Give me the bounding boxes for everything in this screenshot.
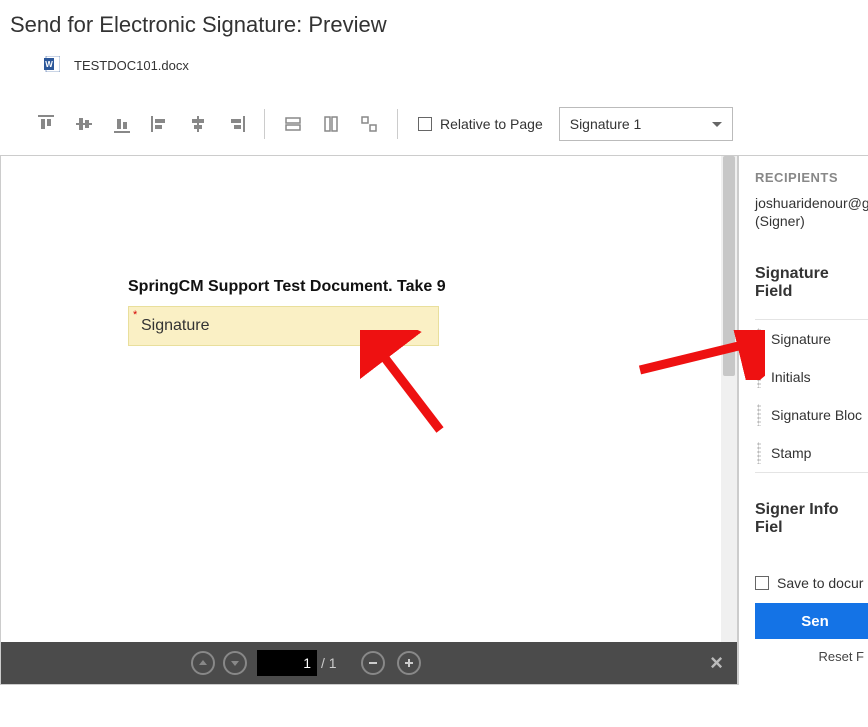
scrollbar-thumb[interactable]: [723, 156, 735, 376]
field-item-label: Signature Bloc: [771, 407, 862, 423]
signer-info-heading: Signer Info Fiel: [755, 501, 868, 537]
drag-handle-icon: [757, 442, 761, 464]
align-right-icon[interactable]: [224, 112, 248, 136]
document-page: SpringCM Support Test Document. Take 9 *…: [36, 160, 713, 638]
file-name: TESTDOC101.docx: [74, 58, 189, 73]
align-center-v-icon[interactable]: [186, 112, 210, 136]
page-number-input[interactable]: [257, 650, 317, 676]
signature-field-list: Signature Initials Signature Bloc Stamp: [755, 319, 868, 473]
page-counter: / 1: [257, 650, 337, 676]
relative-to-page-checkbox[interactable]: Relative to Page: [418, 116, 543, 132]
field-item-label: Stamp: [771, 445, 811, 461]
relative-label: Relative to Page: [440, 116, 543, 132]
align-left-icon[interactable]: [148, 112, 172, 136]
drag-handle-icon: [757, 328, 761, 350]
page-title: Send for Electronic Signature: Preview: [0, 0, 868, 56]
signature-field[interactable]: * Signature: [128, 306, 439, 346]
recipients-heading: RECIPIENTS: [755, 170, 868, 185]
svg-text:W: W: [45, 60, 53, 69]
match-size-icon[interactable]: [357, 112, 381, 136]
signer-select[interactable]: Signature 1: [559, 107, 733, 141]
recipient-email[interactable]: joshuaridenour@g: [755, 195, 868, 211]
signature-field-label: Signature: [141, 317, 210, 335]
checkbox-icon: [755, 576, 769, 590]
page-total: / 1: [321, 655, 337, 671]
alignment-toolbar: Relative to Page Signature 1: [0, 99, 868, 155]
toolbar-separator: [264, 109, 265, 139]
zoom-out-button[interactable]: [361, 651, 385, 675]
drag-handle-icon: [757, 366, 761, 388]
align-middle-h-icon[interactable]: [72, 112, 96, 136]
main-area: SpringCM Support Test Document. Take 9 *…: [0, 155, 868, 685]
required-star-icon: *: [133, 309, 137, 321]
field-item-label: Initials: [771, 369, 811, 385]
page-down-button[interactable]: [223, 651, 247, 675]
signature-fields-heading: Signature Field: [755, 265, 868, 301]
send-button[interactable]: Sen: [755, 603, 868, 639]
document-body-text: SpringCM Support Test Document. Take 9: [128, 278, 446, 296]
canvas-footer: / 1 ×: [1, 642, 737, 684]
match-height-icon[interactable]: [319, 112, 343, 136]
chevron-down-icon: [712, 122, 722, 127]
recipient-role: (Signer): [755, 213, 868, 229]
word-icon: W: [44, 56, 60, 75]
save-to-doc-checkbox[interactable]: Save to docur: [755, 575, 868, 591]
canvas-scrollbar[interactable]: [721, 156, 737, 642]
right-sidebar: RECIPIENTS joshuaridenour@g (Signer) Sig…: [738, 156, 868, 685]
document-canvas[interactable]: SpringCM Support Test Document. Take 9 *…: [0, 156, 738, 685]
match-width-icon[interactable]: [281, 112, 305, 136]
reset-fields-link[interactable]: Reset F: [755, 649, 868, 664]
close-footer-button[interactable]: ×: [710, 650, 723, 676]
toolbar-separator: [397, 109, 398, 139]
signer-select-value: Signature 1: [570, 116, 642, 132]
field-item-signature-block[interactable]: Signature Bloc: [755, 396, 868, 434]
field-item-initials[interactable]: Initials: [755, 358, 868, 396]
page-up-button[interactable]: [191, 651, 215, 675]
checkbox-icon: [418, 117, 432, 131]
file-entry[interactable]: W TESTDOC101.docx: [0, 56, 868, 99]
save-to-doc-label: Save to docur: [777, 575, 863, 591]
zoom-in-button[interactable]: [397, 651, 421, 675]
field-item-stamp[interactable]: Stamp: [755, 434, 868, 472]
align-top-icon[interactable]: [34, 112, 58, 136]
align-bottom-icon[interactable]: [110, 112, 134, 136]
field-item-label: Signature: [771, 331, 831, 347]
drag-handle-icon: [757, 404, 761, 426]
field-item-signature[interactable]: Signature: [755, 320, 868, 358]
